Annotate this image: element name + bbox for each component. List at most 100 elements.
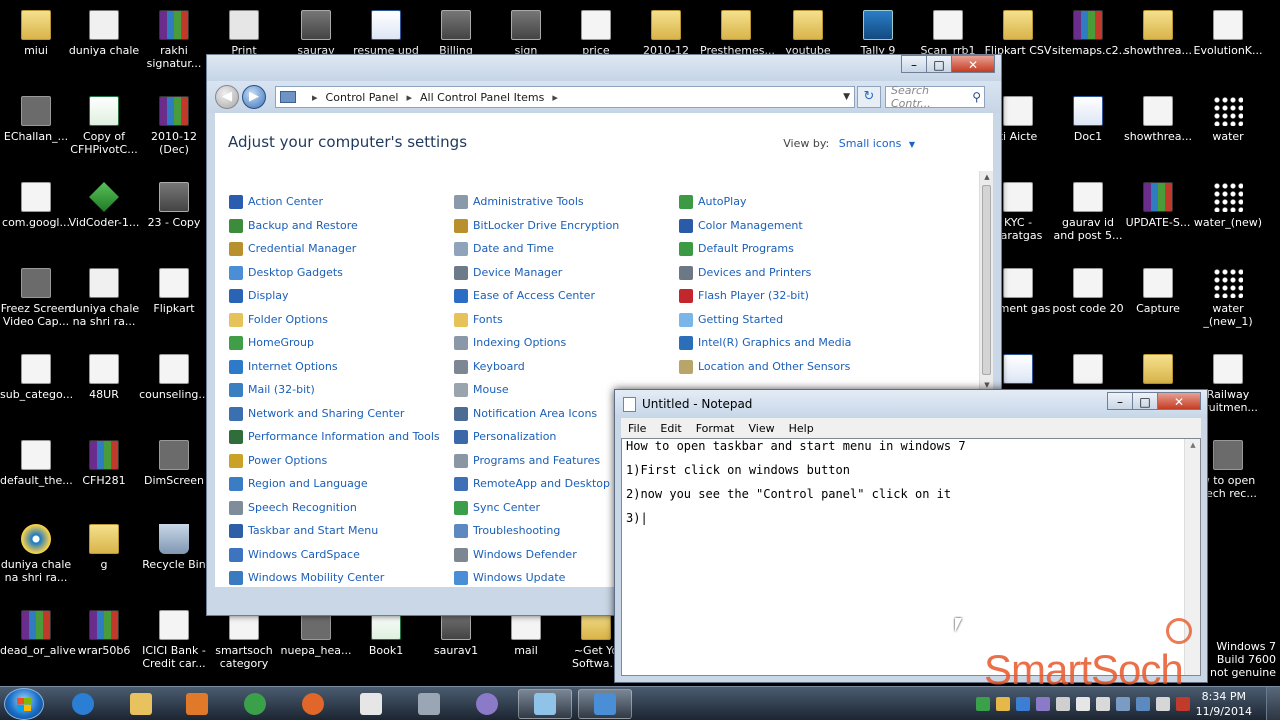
breadcrumb-control-panel[interactable]: Control Panel <box>326 91 399 104</box>
cp-item-administrative-tools[interactable]: Administrative Tools <box>454 193 584 211</box>
desktop-icon[interactable]: wrar50b6 <box>68 604 140 684</box>
desktop-icon[interactable]: water_(new) <box>1192 176 1264 256</box>
maximize-button[interactable]: □ <box>926 55 952 73</box>
address-bar[interactable]: ▸ Control Panel ▸ All Control Panel Item… <box>275 86 855 108</box>
desktop-icon[interactable]: Recycle Bin <box>138 518 210 598</box>
minimize-button[interactable]: – <box>901 55 927 73</box>
notepad-window[interactable]: Untitled - Notepad – □ ✕ File Edit Forma… <box>614 389 1208 683</box>
cp-item-backup-and-restore[interactable]: Backup and Restore <box>229 217 358 235</box>
cp-item-personalization[interactable]: Personalization <box>454 428 556 446</box>
taskbar-chrome-button[interactable] <box>228 689 282 719</box>
menu-help[interactable]: Help <box>782 422 821 435</box>
flag-tray-icon[interactable] <box>1116 697 1130 711</box>
cp-item-action-center[interactable]: Action Center <box>229 193 323 211</box>
cp-item-windows-update[interactable]: Windows Update <box>454 569 565 587</box>
desktop-icon[interactable]: mail <box>490 604 562 684</box>
breadcrumb-arrow-icon[interactable]: ▸ <box>312 91 318 104</box>
cp-item-bitlocker-drive-encryption[interactable]: BitLocker Drive Encryption <box>454 217 619 235</box>
cp-item-windows-defender[interactable]: Windows Defender <box>454 546 577 564</box>
cp-item-intel-r-graphics-and-media[interactable]: Intel(R) Graphics and Media <box>679 334 851 352</box>
taskbar-notepad-button[interactable] <box>518 689 572 719</box>
taskbar-firefox-button[interactable] <box>286 689 340 719</box>
cp-item-windows-cardspace[interactable]: Windows CardSpace <box>229 546 360 564</box>
desktop-icon[interactable]: rakhi signatur... <box>138 4 210 84</box>
desktop-icon[interactable]: Doc1 <box>1052 90 1124 170</box>
menu-file[interactable]: File <box>621 422 653 435</box>
desktop-icon[interactable]: ICICI Bank - Credit car... <box>138 604 210 684</box>
cp-item-internet-options[interactable]: Internet Options <box>229 358 338 376</box>
app-tray-icon[interactable] <box>996 697 1010 711</box>
cp-item-region-and-language[interactable]: Region and Language <box>229 475 368 493</box>
desktop-icon[interactable]: Copy of CFHPivotC... <box>68 90 140 170</box>
breadcrumb-all-items[interactable]: All Control Panel Items <box>420 91 544 104</box>
back-button[interactable]: ◀ <box>215 85 239 109</box>
taskbar-orb-app-button[interactable] <box>460 689 514 719</box>
menu-format[interactable]: Format <box>689 422 742 435</box>
cp-item-network-and-sharing-center[interactable]: Network and Sharing Center <box>229 405 404 423</box>
cp-item-keyboard[interactable]: Keyboard <box>454 358 525 376</box>
minimize-button[interactable]: – <box>1107 392 1133 410</box>
chrome-tray-icon[interactable] <box>976 697 990 711</box>
cp-item-programs-and-features[interactable]: Programs and Features <box>454 452 600 470</box>
desktop-icon[interactable]: 48UR <box>68 348 140 428</box>
cp-item-device-manager[interactable]: Device Manager <box>454 264 562 282</box>
desktop-icon[interactable]: g <box>68 518 140 598</box>
scroll-up-icon[interactable]: ▲ <box>980 171 994 183</box>
cp-item-performance-information-and-tools[interactable]: Performance Information and Tools <box>229 428 440 446</box>
cp-item-troubleshooting[interactable]: Troubleshooting <box>454 522 560 540</box>
desktop-icon[interactable]: Book1 <box>350 604 422 684</box>
desktop-icon[interactable]: duniya chale <box>68 4 140 84</box>
desktop-icon[interactable]: dead_or_alive <box>0 604 76 684</box>
desktop-icon[interactable]: default_the... <box>0 434 73 514</box>
taskbar-explorer-button[interactable] <box>114 689 168 719</box>
desktop-icon[interactable]: EvolutionK... <box>1192 4 1264 84</box>
cp-item-mouse[interactable]: Mouse <box>454 381 509 399</box>
cp-item-homegroup[interactable]: HomeGroup <box>229 334 314 352</box>
breadcrumb-arrow-icon[interactable]: ▸ <box>552 91 558 104</box>
cp-item-location-and-other-sensors[interactable]: Location and Other Sensors <box>679 358 850 376</box>
network-tray-icon[interactable] <box>1016 697 1030 711</box>
forward-button[interactable]: ▶ <box>242 85 266 109</box>
cp-item-credential-manager[interactable]: Credential Manager <box>229 240 356 258</box>
desktop-icon[interactable]: Flipkart <box>138 262 210 342</box>
view-by-dropdown[interactable]: Small icons <box>839 137 902 150</box>
cp-item-display[interactable]: Display <box>229 287 289 305</box>
taskbar-control-panel-button[interactable] <box>578 689 632 719</box>
address-dropdown-icon[interactable]: ▼ <box>843 92 850 102</box>
desktop-icon[interactable]: Capture <box>1122 262 1194 342</box>
app-tray-icon[interactable] <box>1096 697 1110 711</box>
cp-item-taskbar-and-start-menu[interactable]: Taskbar and Start Menu <box>229 522 378 540</box>
desktop-icon[interactable]: 23 - Copy <box>138 176 210 256</box>
desktop-icon[interactable]: VidCoder-1... <box>68 176 140 256</box>
close-button[interactable]: ✕ <box>951 55 995 73</box>
desktop-icon[interactable]: miui <box>0 4 72 84</box>
chevron-down-icon[interactable]: ▼ <box>909 140 915 149</box>
desktop-icon[interactable]: post code 20 <box>1052 262 1124 342</box>
desktop-icon[interactable]: nuepa_hea... <box>280 604 352 684</box>
cp-item-speech-recognition[interactable]: Speech Recognition <box>229 499 357 517</box>
cp-item-devices-and-printers[interactable]: Devices and Printers <box>679 264 811 282</box>
search-input[interactable]: Search Contr... ⚲ <box>885 84 985 110</box>
cp-item-ease-of-access-center[interactable]: Ease of Access Center <box>454 287 595 305</box>
battery-tray-icon[interactable] <box>1156 697 1170 711</box>
desktop-icon[interactable]: EChallan_... <box>0 90 72 170</box>
control-panel-titlebar[interactable]: – □ ✕ <box>207 55 1001 81</box>
cp-item-sync-center[interactable]: Sync Center <box>454 499 540 517</box>
show-desktop-button[interactable] <box>1266 687 1280 720</box>
taskbar-blank-button[interactable] <box>344 689 398 719</box>
cp-item-windows-mobility-center[interactable]: Windows Mobility Center <box>229 569 384 587</box>
scroll-thumb[interactable] <box>982 185 991 375</box>
app-tray-icon[interactable] <box>1076 697 1090 711</box>
taskbar-media-player-button[interactable] <box>170 689 224 719</box>
cp-item-power-options[interactable]: Power Options <box>229 452 327 470</box>
notepad-titlebar[interactable]: Untitled - Notepad – □ ✕ <box>615 390 1207 418</box>
scroll-up-icon[interactable]: ▲ <box>1185 441 1201 449</box>
cp-item-mail-32-bit[interactable]: Mail (32-bit) <box>229 381 315 399</box>
text-editor[interactable]: How to open taskbar and start menu in wi… <box>621 438 1201 676</box>
cp-item-date-and-time[interactable]: Date and Time <box>454 240 554 258</box>
scrollbar[interactable]: ▲ ▼ <box>979 171 993 391</box>
cp-item-desktop-gadgets[interactable]: Desktop Gadgets <box>229 264 343 282</box>
cp-item-fonts[interactable]: Fonts <box>454 311 503 329</box>
desktop-icon[interactable]: duniya chale na shri ra... <box>68 262 140 342</box>
desktop-icon[interactable]: CFH281 <box>68 434 140 514</box>
